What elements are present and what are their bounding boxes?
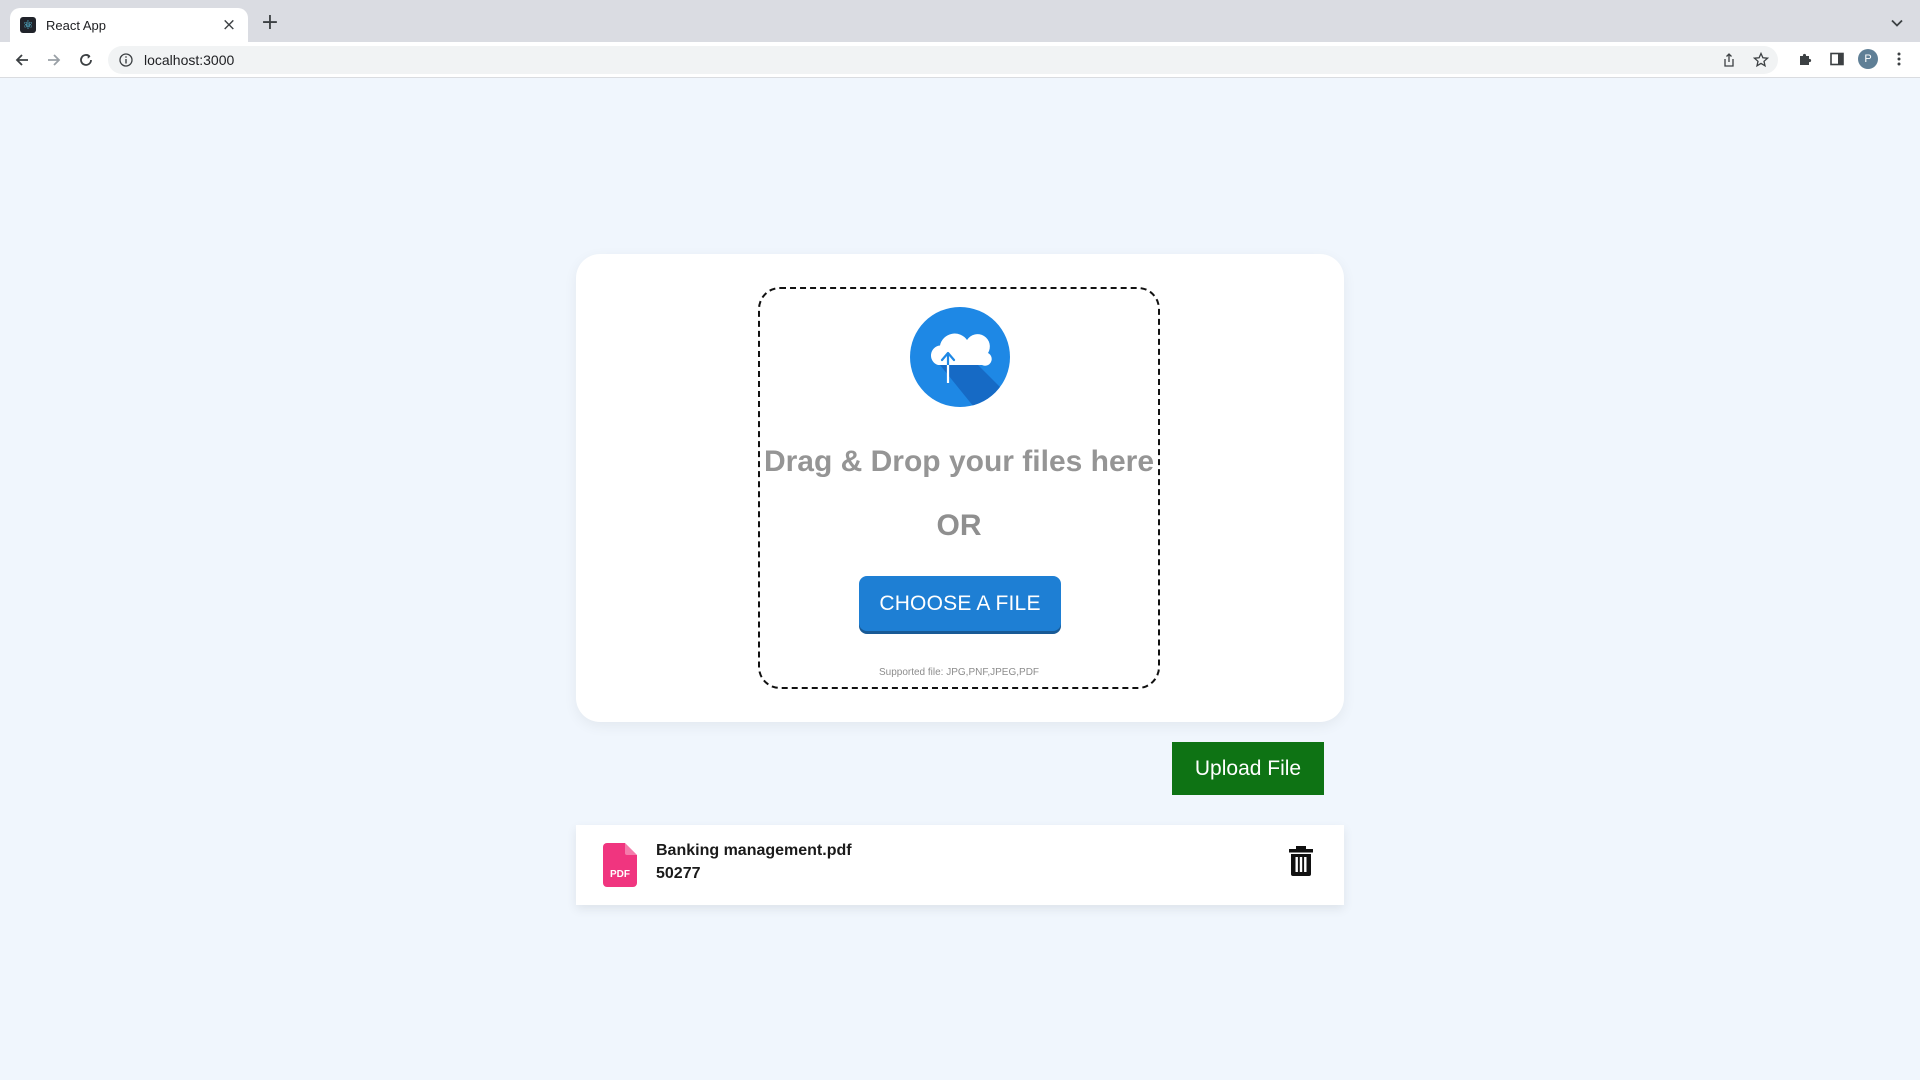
url-text: localhost:3000 [144,52,235,68]
cloud-upload-icon [910,307,1010,407]
tab-title: React App [46,17,106,33]
pdf-file-icon: PDF [603,843,637,887]
browser-tabstrip: ⚛ React App × + [0,0,1920,42]
side-panel-icon[interactable] [1826,48,1848,70]
supported-files-text: Supported file: JPG,PNF,JPEG,PDF [878,667,1040,678]
tab-search-button[interactable] [1886,12,1908,34]
upload-card: Drag & Drop your files here OR CHOOSE A … [576,254,1344,722]
file-list-item: PDF Banking management.pdf 50277 [576,825,1344,905]
new-tab-button[interactable]: + [258,12,282,36]
tab-close-icon[interactable]: × [220,15,238,35]
or-separator: OR [936,509,982,542]
browser-tab[interactable]: ⚛ React App × [10,8,248,42]
arrow-left-icon [15,54,28,66]
upload-file-button[interactable]: Upload File [1172,742,1324,795]
reload-icon [80,54,92,66]
arrow-right-icon [48,54,61,66]
site-info-icon[interactable] [118,52,134,68]
browser-toolbar: localhost:3000 P [0,42,1920,78]
forward-button[interactable] [42,48,66,72]
file-size: 50277 [656,865,701,882]
extensions-icon[interactable] [1794,48,1816,70]
address-bar[interactable]: localhost:3000 [108,46,1778,74]
share-icon[interactable] [1718,49,1740,71]
pdf-badge-label: PDF [610,869,630,880]
back-button[interactable] [10,48,34,72]
react-favicon-icon: ⚛ [20,17,36,33]
trash-icon[interactable] [1289,846,1313,876]
drop-zone[interactable]: Drag & Drop your files here OR CHOOSE A … [758,287,1160,689]
reload-button[interactable] [74,48,98,72]
chevron-down-icon [1891,19,1903,27]
menu-kebab-icon[interactable] [1888,48,1910,70]
profile-avatar[interactable]: P [1858,49,1878,69]
bookmark-star-icon[interactable] [1750,49,1772,71]
file-name: Banking management.pdf [656,842,852,859]
choose-file-button[interactable]: CHOOSE A FILE [859,576,1061,631]
drag-drop-text: Drag & Drop your files here [763,445,1155,478]
